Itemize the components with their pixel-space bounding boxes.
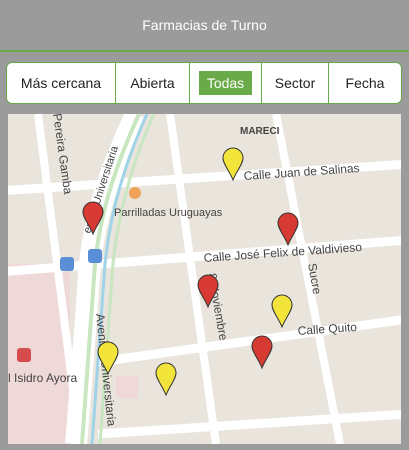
bus-stop-icon[interactable]: [88, 249, 102, 263]
app-header: Farmacias de Turno: [0, 0, 409, 52]
tab-fecha[interactable]: Fecha: [328, 62, 401, 104]
tab-label: Más cercana: [20, 75, 102, 91]
tab-label: Abierta: [130, 75, 175, 91]
restaurant-icon[interactable]: [129, 187, 141, 199]
pin-red[interactable]: [251, 335, 273, 370]
app-title: Farmacias de Turno: [142, 17, 267, 33]
map-label-calle-jose: Calle José Felix de Valdivieso: [203, 240, 362, 265]
filter-bar: Más cercana Abierta Todas Sector Fecha: [6, 62, 402, 104]
tab-label: Todas: [198, 71, 253, 95]
tab-abierta[interactable]: Abierta: [115, 62, 189, 104]
hospital-icon[interactable]: [17, 348, 31, 362]
pin-yellow[interactable]: [155, 362, 177, 397]
map-label-parrilladas: Parrilladas Uruguayas: [114, 207, 223, 219]
tab-label: Sector: [274, 75, 316, 91]
building-block: [116, 376, 138, 398]
bus-stop-icon[interactable]: [60, 257, 74, 271]
map-label-calle-juan: Calle Juan de Salinas: [243, 161, 360, 183]
map-canvas[interactable]: MARECI Calle Juan de Salinas Parrilladas…: [8, 114, 401, 444]
pin-yellow[interactable]: [271, 294, 293, 329]
map-label-hospital: l Isidro Ayora: [8, 371, 77, 385]
tab-sector[interactable]: Sector: [261, 62, 328, 104]
tab-mas-cercana[interactable]: Más cercana: [7, 62, 115, 104]
map-label-mareci: MARECI: [240, 126, 280, 137]
map-view[interactable]: MARECI Calle Juan de Salinas Parrilladas…: [8, 114, 401, 444]
tab-label: Fecha: [345, 75, 385, 91]
pin-red[interactable]: [277, 212, 299, 247]
tab-todas[interactable]: Todas: [189, 62, 261, 104]
map-label-calle-quito: Calle Quito: [297, 320, 358, 338]
